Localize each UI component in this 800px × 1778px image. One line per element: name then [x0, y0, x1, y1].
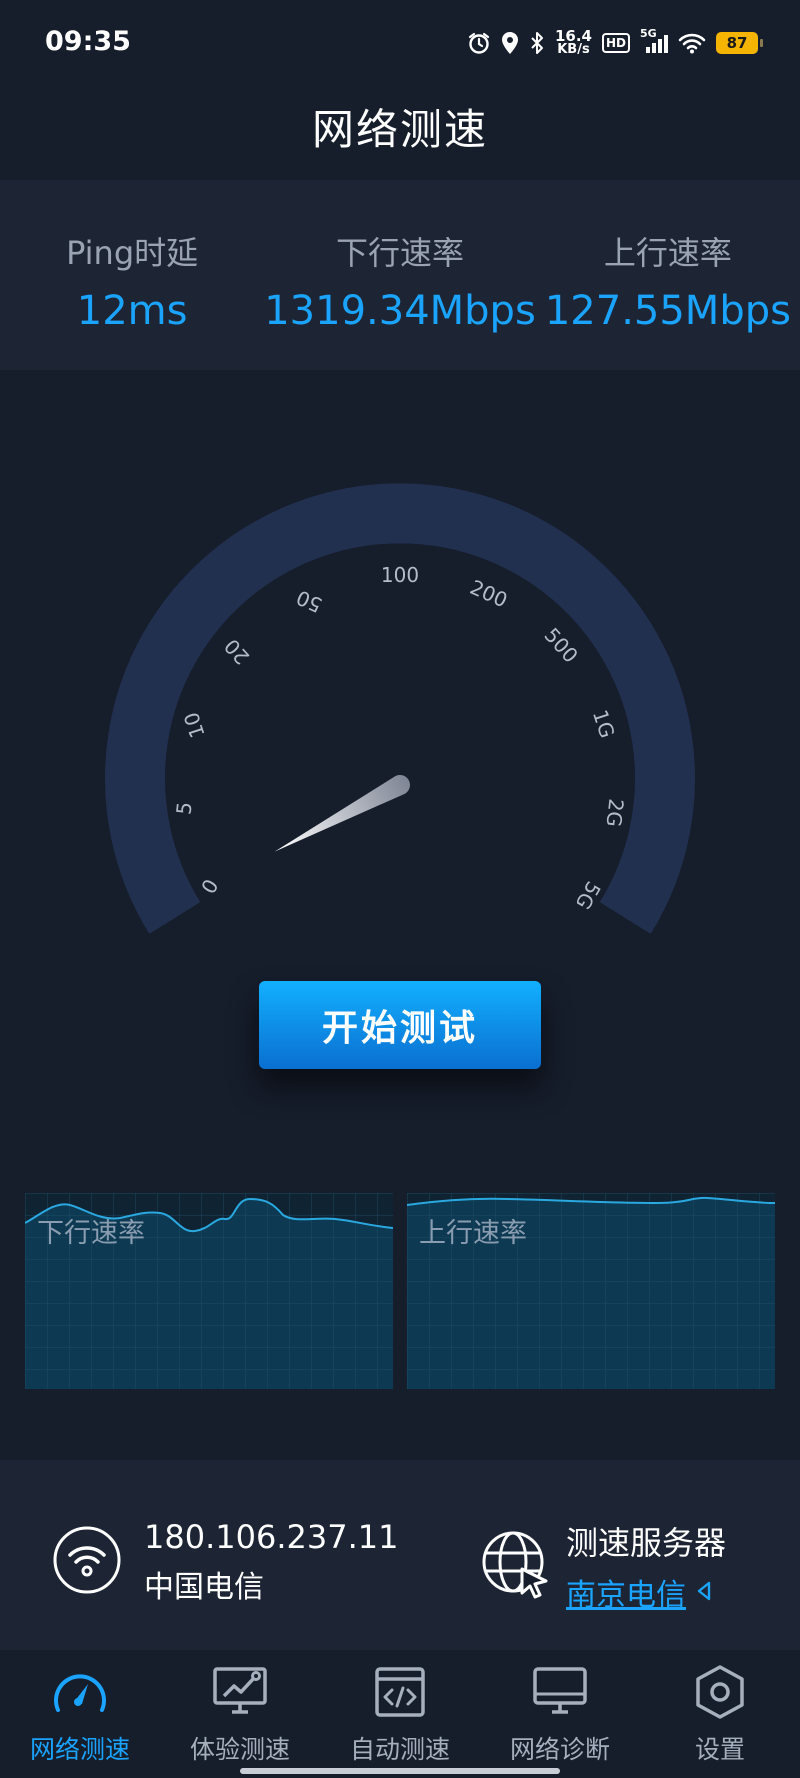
gauge-tick-100: 100 [381, 563, 419, 587]
home-indicator[interactable] [240, 1768, 560, 1774]
battery-indicator: 87 [716, 32, 763, 54]
start-test-button[interactable]: 开始测试 [259, 981, 541, 1069]
download-metric: 下行速率 1319.34Mbps [264, 180, 536, 370]
upload-metric: 上行速率 127.55Mbps [536, 180, 800, 370]
download-value: 1319.34Mbps [264, 288, 536, 334]
tab-label: 体验测速 [189, 1735, 290, 1764]
upload-value: 127.55Mbps [544, 288, 791, 334]
upload-chart-label: 上行速率 [419, 1218, 527, 1249]
upload-label: 上行速率 [603, 234, 732, 272]
download-chart: 下行速率 [24, 1193, 394, 1389]
gauge-ticks: 0 5 10 20 50 100 200 500 1G 2G 5G [171, 563, 628, 914]
tab-label: 自动测速 [349, 1735, 450, 1764]
ip-address: 180.106.237.11 [144, 1518, 399, 1556]
server-select-link[interactable]: 南京电信 [566, 1570, 726, 1614]
metrics-panel: Ping时延 12ms 下行速率 1319.34Mbps 上行速率 127.55… [0, 180, 800, 370]
tab-network-diagnosis[interactable]: 网络诊断 [480, 1650, 640, 1778]
gauge-tick-500: 500 [540, 623, 583, 667]
server-title: 测速服务器 [566, 1524, 727, 1562]
status-time: 09:35 [45, 26, 131, 57]
wifi-circle-icon [52, 1525, 122, 1599]
gauge-tick-2g: 2G [602, 797, 629, 828]
caret-left-icon [696, 1575, 712, 1610]
tab-label: 网络测速 [29, 1735, 130, 1764]
monitor-icon [530, 1664, 590, 1724]
tab-label: 网络诊断 [509, 1735, 610, 1764]
ping-value: 12ms [76, 288, 188, 334]
monitor-chart-icon [210, 1664, 270, 1724]
upload-chart: 上行速率 [406, 1193, 776, 1389]
connection-info-panel: 180.106.237.11 中国电信 测速服务器 南京电信 [0, 1460, 800, 1650]
tab-settings[interactable]: 设置 [640, 1650, 800, 1778]
speed-gauge: 0 5 10 20 50 100 200 500 1G 2G 5G [105, 483, 695, 934]
page-title: 网络测速 [311, 105, 488, 154]
server-info: 测速服务器 南京电信 [480, 1518, 726, 1614]
gauge-needle [274, 775, 410, 852]
hd-badge: HD [601, 33, 630, 53]
isp-name: 中国电信 [144, 1570, 264, 1605]
tab-experience-speed[interactable]: 体验测速 [160, 1650, 320, 1778]
gauge-tick-0: 0 [196, 875, 223, 898]
gauge-tick-50: 50 [293, 585, 326, 617]
gauge-tick-1g: 1G [588, 707, 620, 741]
gauge-tick-20: 20 [219, 634, 254, 669]
download-label: 下行速率 [336, 234, 465, 272]
bottom-tab-bar: 网络测速 体验测速 自动测速 网络诊断 设置 [0, 1650, 800, 1778]
status-icons: 16.4 KB/s HD 5G 87 [467, 26, 763, 60]
alarm-icon [467, 31, 491, 55]
ping-label: Ping时延 [66, 234, 199, 272]
gauge-tick-10: 10 [179, 709, 210, 741]
tab-network-speed[interactable]: 网络测速 [0, 1650, 160, 1778]
wifi-icon [678, 32, 706, 54]
bluetooth-icon [529, 31, 545, 55]
tab-auto-speed[interactable]: 自动测速 [320, 1650, 480, 1778]
status-bar: 09:35 16.4 KB/s HD 5G 87 [0, 0, 800, 84]
speedometer-icon [50, 1664, 110, 1724]
download-chart-label: 下行速率 [37, 1218, 145, 1249]
tab-label: 设置 [694, 1735, 745, 1764]
cellular-signal-icon: 5G [640, 27, 668, 55]
server-name: 南京电信 [566, 1578, 686, 1613]
code-window-icon [370, 1664, 430, 1724]
globe-cursor-icon [480, 1529, 550, 1603]
network-speed-indicator: 16.4 KB/s [554, 27, 592, 57]
gauge-tick-5: 5 [171, 801, 196, 816]
hexagon-settings-icon [690, 1664, 750, 1724]
gauge-tick-200: 200 [467, 575, 512, 612]
connection-info: 180.106.237.11 中国电信 [52, 1518, 398, 1606]
ping-metric: Ping时延 12ms [0, 180, 264, 370]
location-icon [501, 31, 519, 55]
gauge-tick-5g: 5G [571, 877, 606, 913]
